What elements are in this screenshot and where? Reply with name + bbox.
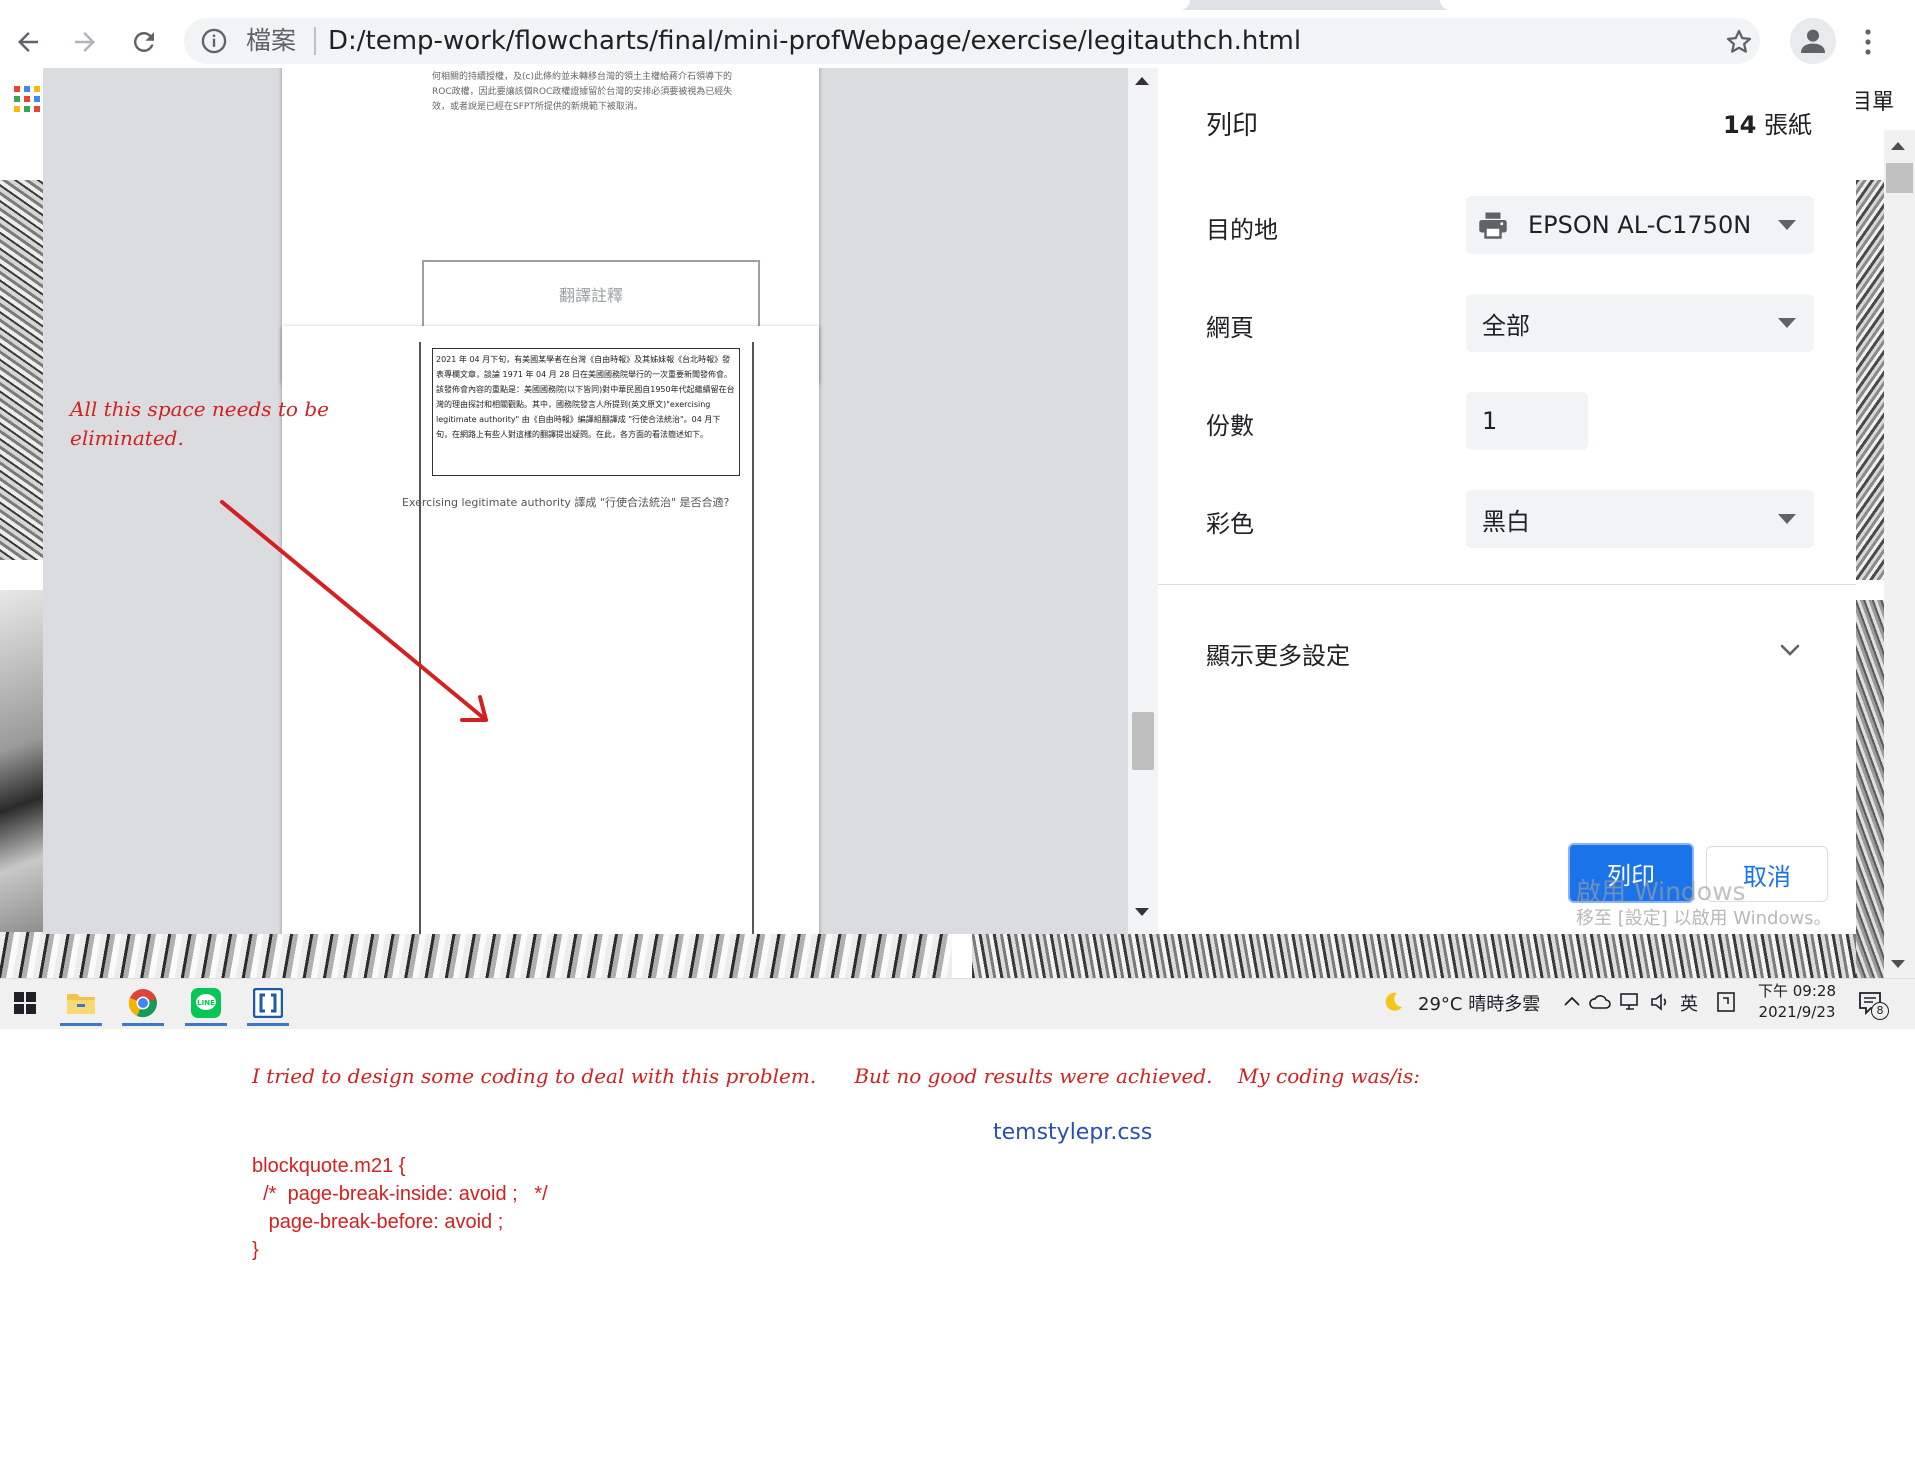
svg-text:LINE: LINE <box>197 999 215 1007</box>
back-button[interactable] <box>8 22 48 62</box>
scroll-up-icon[interactable] <box>1133 75 1151 87</box>
pages-value: 全部 <box>1482 311 1530 340</box>
info-icon[interactable] <box>200 27 228 55</box>
article-box: 2021 年 04 月下旬，有美國某學者在台灣《自由時報》及其姊妹報《台北時報》… <box>432 348 740 476</box>
line-icon: LINE <box>191 988 221 1018</box>
volume-icon[interactable] <box>1648 990 1672 1014</box>
pages-label: 網頁 <box>1206 314 1254 342</box>
background-photo <box>0 180 44 560</box>
scroll-down-icon[interactable] <box>1889 958 1907 970</box>
forward-button[interactable] <box>65 22 105 62</box>
destination-value: EPSON AL-C1750N <box>1528 211 1752 239</box>
moon-icon[interactable] <box>1381 990 1405 1014</box>
ime-mode-icon[interactable] <box>1714 990 1738 1014</box>
active-indicator <box>122 1023 164 1026</box>
chevron-down-icon[interactable] <box>1776 638 1804 662</box>
active-indicator <box>185 1023 227 1026</box>
pages-select[interactable]: 全部 <box>1466 294 1814 352</box>
reload-icon <box>133 31 154 52</box>
color-value: 黑白 <box>1482 507 1530 536</box>
activation-watermark-subtitle: 移至 [設定] 以啟用 Windows。 <box>1576 908 1832 929</box>
profile-button[interactable] <box>1790 18 1836 64</box>
annotation-note: All this space needs to be eliminated. <box>70 397 329 450</box>
chrome-icon <box>128 989 157 1018</box>
destination-label: 目的地 <box>1206 216 1278 244</box>
copies-label: 份數 <box>1206 412 1254 440</box>
copies-value: 1 <box>1482 407 1498 435</box>
annotation-arrow <box>220 500 488 722</box>
forward-icon <box>75 32 95 52</box>
profile-icon <box>1801 29 1825 53</box>
scroll-down-icon[interactable] <box>1133 906 1151 918</box>
sheet-text: 何相關的持續授權，及(c)此條約並未轉移台灣的領土主權給蔣介石領導下的ROC政權… <box>432 72 733 112</box>
preview-scroll-thumb[interactable] <box>1132 712 1154 770</box>
back-icon <box>18 32 38 52</box>
problem-note: I tried to design some coding to deal wi… <box>252 1064 1420 1088</box>
color-label: 彩色 <box>1206 510 1254 538</box>
copies-input[interactable]: 1 <box>1466 392 1588 450</box>
preview-scrollbar[interactable] <box>1128 68 1158 934</box>
taskbar-brackets[interactable] <box>243 980 293 1026</box>
tab-strip-right <box>1440 0 1915 10</box>
taskbar-chrome[interactable] <box>118 980 168 1026</box>
scroll-up-icon[interactable] <box>1889 140 1907 152</box>
css-filename: temstylepr.css <box>993 1120 1153 1145</box>
color-select[interactable]: 黑白 <box>1466 490 1814 548</box>
windows-start-icon <box>14 992 36 1014</box>
address-separator <box>314 27 316 55</box>
sheet-count-unit: 張紙 <box>1756 111 1812 139</box>
input-method-indicator[interactable]: 英 <box>1680 990 1698 1016</box>
weather-text[interactable]: 29°C 晴時多雲 <box>1418 990 1540 1016</box>
page-scrollbar[interactable] <box>1884 130 1915 978</box>
dialog-title: 列印 <box>1206 111 1259 141</box>
apps-icon[interactable] <box>14 86 41 113</box>
background-photo <box>0 932 952 978</box>
more-settings-toggle[interactable]: 顯示更多設定 <box>1206 636 1350 671</box>
chevron-down-icon <box>1778 514 1796 524</box>
clock-time[interactable]: 下午 09:28 <box>1757 980 1837 1001</box>
network-icon[interactable] <box>1618 990 1642 1014</box>
notification-count: 8 <box>1871 1002 1889 1020</box>
clock-date[interactable]: 2021/9/23 <box>1752 1003 1842 1021</box>
background-photo <box>972 932 1856 978</box>
page-scroll-thumb[interactable] <box>1886 163 1913 193</box>
reload-button[interactable] <box>124 22 164 62</box>
chevron-down-icon <box>1778 220 1796 230</box>
activation-watermark-title: 啟用 Windows <box>1576 877 1746 906</box>
background-photo <box>0 590 44 978</box>
settings-divider <box>1158 584 1856 585</box>
menu-icon[interactable] <box>1856 26 1880 58</box>
article-text: 2021 年 04 月下旬，有美國某學者在台灣《自由時報》及其姊妹報《台北時報》… <box>436 355 735 439</box>
file-explorer-icon <box>67 994 95 1014</box>
star-icon[interactable] <box>1724 27 1754 57</box>
active-indicator <box>60 1023 102 1026</box>
destination-select[interactable]: EPSON AL-C1750N <box>1466 196 1814 254</box>
taskbar-file-explorer[interactable] <box>56 980 106 1026</box>
bookmark-item[interactable]: 目單 <box>1850 84 1894 116</box>
taskbar-line[interactable]: LINE <box>181 980 231 1026</box>
css-code-block: blockquote.m21 { /* page-break-inside: a… <box>252 1155 548 1261</box>
start-button[interactable] <box>0 980 50 1026</box>
url-text[interactable]: D:/temp-work/flowcharts/final/mini-profW… <box>328 24 1301 58</box>
active-indicator <box>247 1023 289 1026</box>
tab-strip-left <box>0 0 1190 10</box>
footnote-label: 翻譯註釋 <box>558 286 623 305</box>
notification-button[interactable]: 8 <box>1857 990 1889 1020</box>
brackets-icon <box>253 988 283 1018</box>
printer-icon <box>1479 212 1507 239</box>
sheet-count-number: 14 <box>1722 111 1757 139</box>
chevron-down-icon <box>1778 318 1796 328</box>
chevron-up-icon[interactable] <box>1560 990 1584 1014</box>
site-info-label[interactable]: 檔案 <box>246 24 296 58</box>
sheet-count: 14 張紙 <box>1700 105 1812 140</box>
blockquote-border <box>752 342 754 934</box>
onedrive-icon[interactable] <box>1588 990 1612 1014</box>
